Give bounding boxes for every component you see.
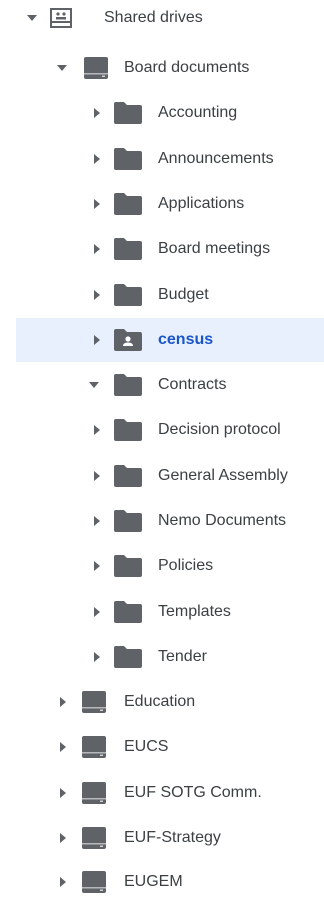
folder-icon	[114, 419, 142, 441]
tree-item-board-documents[interactable]: Board documents	[0, 50, 324, 86]
expand-caret-icon[interactable]	[90, 425, 102, 435]
expand-caret-icon[interactable]	[88, 382, 100, 388]
tree-item-label: EUCS	[124, 738, 169, 755]
tree-item-label: EUF-Strategy	[124, 829, 221, 846]
tree-item-label: EUGEM	[124, 873, 183, 890]
drive-icon	[82, 871, 106, 893]
tree-item-label: Nemo Documents	[158, 512, 287, 529]
expand-caret-icon[interactable]	[56, 742, 68, 752]
tree-item-budget[interactable]: Budget	[0, 277, 324, 313]
folder-icon	[114, 510, 142, 532]
tree-item-accounting[interactable]: Accounting	[0, 95, 324, 131]
tree-item-label: EUF SOTG Comm.	[124, 784, 262, 801]
folder-icon	[114, 555, 142, 577]
folder-icon	[114, 238, 142, 260]
tree-item-general-assembly[interactable]: General Assembly	[0, 458, 324, 494]
tree-item-eugem[interactable]: EUGEM	[0, 864, 324, 900]
tree-item-label: Contracts	[158, 376, 227, 393]
tree-item-decision-protocol[interactable]: Decision protocol	[0, 412, 324, 448]
expand-caret-icon[interactable]	[26, 15, 38, 21]
tree-item-policies[interactable]: Policies	[0, 548, 324, 584]
tree-item-label: Applications	[158, 195, 245, 212]
expand-caret-icon[interactable]	[56, 65, 68, 71]
drive-icon	[82, 782, 106, 804]
expand-caret-icon[interactable]	[56, 877, 68, 887]
tree-item-euf-sotg-comm[interactable]: EUF SOTG Comm.	[0, 775, 324, 811]
tree-item-census[interactable]: census	[16, 318, 324, 362]
expand-caret-icon[interactable]	[90, 652, 102, 662]
folder-icon	[114, 102, 142, 124]
expand-caret-icon[interactable]	[90, 471, 102, 481]
folder-icon	[114, 646, 142, 668]
tree-item-label: Shared drives	[104, 9, 203, 26]
expand-caret-icon[interactable]	[90, 516, 102, 526]
expand-caret-icon[interactable]	[90, 108, 102, 118]
tree-item-applications[interactable]: Applications	[0, 186, 324, 222]
drive-icon	[82, 691, 106, 713]
drive-icon	[84, 57, 108, 79]
tree-item-label: Education	[124, 693, 196, 710]
folder-tree: Shared drives Board documents Accounting…	[0, 0, 324, 894]
expand-caret-icon[interactable]	[90, 561, 102, 571]
folder-icon	[114, 284, 142, 306]
folder-icon	[114, 465, 142, 487]
expand-caret-icon[interactable]	[56, 697, 68, 707]
expand-caret-icon[interactable]	[90, 290, 102, 300]
tree-item-shared-drives[interactable]: Shared drives	[0, 0, 324, 36]
tree-item-announcements[interactable]: Announcements	[0, 141, 324, 177]
tree-item-label: Budget	[158, 286, 209, 303]
tree-item-tender[interactable]: Tender	[0, 639, 324, 675]
tree-item-board-meetings[interactable]: Board meetings	[0, 231, 324, 267]
tree-item-label: Decision protocol	[158, 421, 281, 438]
expand-caret-icon[interactable]	[90, 199, 102, 209]
tree-item-label: Board documents	[124, 59, 250, 76]
folder-icon	[114, 148, 142, 170]
tree-item-label: Board meetings	[158, 240, 271, 257]
tree-item-contracts[interactable]: Contracts	[0, 367, 324, 403]
expand-caret-icon[interactable]	[90, 607, 102, 617]
expand-caret-icon[interactable]	[56, 833, 68, 843]
drive-icon	[82, 827, 106, 849]
tree-item-label: Accounting	[158, 104, 238, 121]
tree-item-label: census	[158, 331, 214, 348]
tree-item-eucs[interactable]: EUCS	[0, 729, 324, 765]
folder-icon	[114, 193, 142, 215]
expand-caret-icon[interactable]	[90, 244, 102, 254]
shared-drives-icon	[50, 8, 72, 28]
expand-caret-icon[interactable]	[90, 335, 102, 345]
expand-caret-icon[interactable]	[56, 788, 68, 798]
tree-item-euf-strategy[interactable]: EUF-Strategy	[0, 820, 324, 856]
tree-item-label: Tender	[158, 648, 207, 665]
tree-item-label: General Assembly	[158, 467, 288, 484]
tree-item-nemo-documents[interactable]: Nemo Documents	[0, 503, 324, 539]
tree-item-label: Policies	[158, 557, 214, 574]
folder-icon	[114, 601, 142, 623]
folder-icon	[114, 374, 142, 396]
tree-item-education[interactable]: Education	[0, 684, 324, 720]
tree-item-label: Announcements	[158, 150, 274, 167]
drive-icon	[82, 736, 106, 758]
tree-item-label: Templates	[158, 603, 231, 620]
shared-folder-icon	[114, 329, 142, 351]
expand-caret-icon[interactable]	[90, 154, 102, 164]
tree-item-templates[interactable]: Templates	[0, 594, 324, 630]
